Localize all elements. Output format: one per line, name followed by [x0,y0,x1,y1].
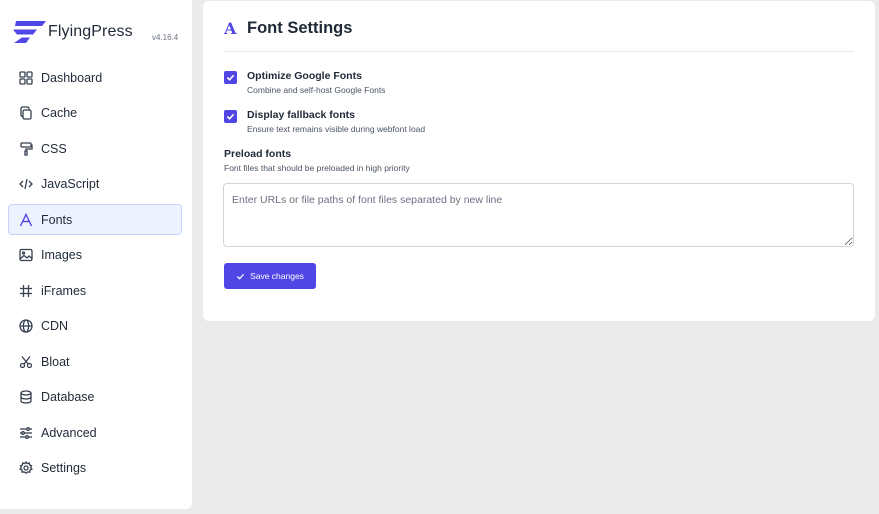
sidebar-item-iframes[interactable]: iFrames [8,275,182,306]
sidebar-item-label: CDN [41,319,69,333]
header-divider [224,51,854,52]
card-header: A Font Settings [224,19,352,38]
sidebar-item-advanced[interactable]: Advanced [8,417,182,448]
sidebar-item-settings[interactable]: Settings [8,453,182,484]
sidebar: FlyingPress v4.16.4 Dashboard Cache CSS [0,0,192,509]
sidebar-item-label: CSS [41,141,67,156]
sidebar-item-label: JavaScript [41,177,100,191]
sidebar-item-css[interactable]: CSS [8,133,182,164]
sidebar-item-label: Database [41,390,95,404]
sidebar-nav: Dashboard Cache CSS JavaScript Fonts Ima… [8,62,182,488]
sidebar-item-label: Images [41,248,82,262]
save-changes-label: Save changes [250,271,304,281]
sidebar-item-dashboard[interactable]: Dashboard [8,62,182,93]
copy-icon [19,106,33,120]
hash-icon [19,284,33,298]
font-settings-card: A Font Settings Optimize Google Fonts Co… [203,1,875,321]
preload-fonts-description: Font files that should be preloaded in h… [224,163,410,173]
image-icon [19,248,33,262]
sidebar-item-label: Bloat [41,354,70,369]
sidebar-item-label: Advanced [41,425,97,440]
checkmark-icon [226,74,235,81]
checkmark-icon [226,113,235,120]
optimize-google-fonts-checkbox[interactable] [224,71,237,84]
preload-fonts-label: Preload fonts [224,148,292,160]
option-display-fallback-fonts: Display fallback fonts Ensure text remai… [224,108,425,136]
sidebar-item-fonts[interactable]: Fonts [8,204,182,235]
font-title-icon: A [224,19,237,38]
option-description: Ensure text remains visible during webfo… [247,124,426,134]
paint-roller-icon [19,141,33,156]
display-fallback-fonts-checkbox[interactable] [224,110,237,123]
sidebar-item-cache[interactable]: Cache [8,98,182,129]
code-icon [19,177,33,191]
brand-name: FlyingPress [48,23,133,40]
sidebar-item-label: Cache [41,106,78,120]
version-label: v4.16.4 [152,33,179,42]
sliders-icon [19,426,33,440]
flyingpress-logo-icon [13,21,46,43]
sidebar-item-database[interactable]: Database [8,382,182,413]
option-label: Optimize Google Fonts [247,70,362,82]
checkmark-icon [236,273,245,280]
save-changes-button[interactable]: Save changes [224,263,316,289]
option-description: Combine and self-host Google Fonts [247,85,386,95]
gear-icon [19,461,33,475]
sidebar-item-label: iFrames [41,283,87,298]
option-label: Display fallback fonts [247,109,355,121]
sidebar-item-cdn[interactable]: CDN [8,311,182,342]
brand[interactable]: FlyingPress [13,20,133,44]
grid-icon [19,70,33,85]
database-icon [19,390,33,404]
sidebar-item-label: Dashboard [41,70,103,85]
option-optimize-google-fonts: Optimize Google Fonts Combine and self-h… [224,69,385,97]
page-title: Font Settings [247,19,353,37]
sidebar-item-label: Fonts [41,212,73,227]
scissors-icon [19,355,33,369]
preload-fonts-input[interactable] [223,183,854,247]
font-icon [19,212,33,227]
globe-icon [19,319,33,333]
sidebar-item-bloat[interactable]: Bloat [8,346,182,377]
sidebar-item-label: Settings [41,461,87,475]
sidebar-item-javascript[interactable]: JavaScript [8,169,182,200]
sidebar-item-images[interactable]: Images [8,240,182,271]
